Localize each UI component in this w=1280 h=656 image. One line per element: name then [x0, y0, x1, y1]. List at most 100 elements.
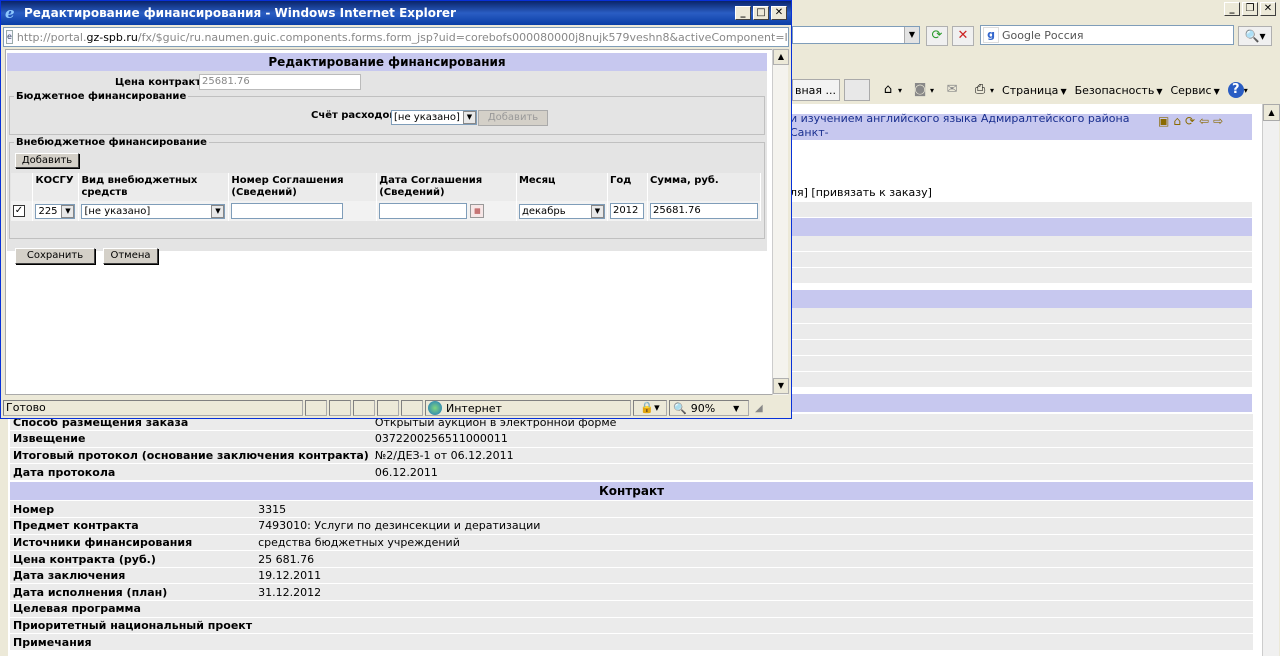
- bg-tab[interactable]: вная ...: [792, 79, 840, 101]
- bg-close-button[interactable]: ✕: [1260, 2, 1276, 16]
- bg-minimize-button[interactable]: _: [1224, 2, 1240, 16]
- offbudget-add-button[interactable]: Добавить: [15, 153, 79, 168]
- kosgu-select[interactable]: 225 ▼: [35, 203, 76, 219]
- popup-close-button[interactable]: ✕: [771, 6, 787, 20]
- popup-address-bar[interactable]: e http://portal. gz-spb.ru/fx/$guic/ru.na…: [3, 27, 789, 47]
- calendar-icon[interactable]: ▦: [470, 204, 485, 218]
- bg-search-button[interactable]: 🔍▾: [1238, 26, 1272, 46]
- row-value: 0372200256511000011: [371, 430, 1253, 448]
- menu-tools[interactable]: Сервис ▼: [1170, 84, 1219, 97]
- fund-type-select[interactable]: [не указано] ▼: [81, 203, 226, 219]
- globe-icon: [428, 401, 442, 415]
- zoom-icon: 🔍: [673, 401, 687, 415]
- kosgu-value: 225: [38, 205, 58, 217]
- popup-scroll-up-icon[interactable]: ▲: [773, 49, 789, 65]
- stop-icon[interactable]: ✕: [952, 26, 974, 46]
- popup-titlebar[interactable]: e Редактирование финансирования - Window…: [1, 1, 791, 25]
- row-label: Дата заключения: [10, 567, 256, 585]
- row-value: [255, 600, 1253, 618]
- status-text: Готово: [3, 400, 303, 416]
- print-icon[interactable]: ⎙: [970, 81, 990, 99]
- save-button[interactable]: Сохранить: [15, 248, 95, 264]
- mail-icon[interactable]: ✉: [942, 81, 962, 99]
- offbudget-table: КОСГУ Вид внебюджетных средств Номер Сог…: [11, 173, 761, 221]
- row-label: Дата протокола: [10, 463, 372, 481]
- zoom-control[interactable]: 🔍 90% ▼: [669, 400, 749, 416]
- resize-grip-icon[interactable]: ◢: [755, 403, 763, 414]
- url-domain: gz-spb.ru: [86, 30, 138, 44]
- table-row: Извещение 0372200256511000011: [10, 430, 1253, 448]
- bg-address-dropdown-icon[interactable]: ▼: [904, 27, 919, 43]
- popup-maximize-button[interactable]: □: [753, 6, 769, 20]
- popup-minimize-button[interactable]: _: [735, 6, 751, 20]
- row-checkbox[interactable]: ✓: [13, 205, 25, 217]
- row-label: Приоритетный национальный проект: [10, 617, 256, 635]
- protected-mode-icon[interactable]: 🔒▾: [633, 400, 667, 416]
- price-label: Цена контракта: [115, 77, 208, 88]
- account-select[interactable]: [не указано] ▼: [391, 110, 477, 125]
- offbudget-legend: Внебюджетное финансирование: [16, 137, 207, 148]
- status-cell: [329, 400, 351, 416]
- refresh-page-icon[interactable]: ⟳: [1185, 114, 1195, 128]
- financing-form: Редактирование финансирования Цена контр…: [7, 53, 767, 264]
- cancel-button[interactable]: Отмена: [103, 248, 158, 264]
- table-row: Цена контракта (руб.) 25 681.76: [10, 550, 1253, 568]
- fund-type-cell: [не указано] ▼: [78, 201, 230, 221]
- row-label: Источники финансирования: [10, 534, 256, 552]
- bg-search-box[interactable]: g Google Россия: [980, 25, 1234, 45]
- form-body: Цена контракта 25681.76 Бюджетное финанс…: [7, 71, 767, 264]
- row-label: Целевая программа: [10, 600, 256, 618]
- agreement-date-field[interactable]: [379, 203, 468, 219]
- ie-logo-icon: e: [5, 4, 15, 22]
- forward-arrow-icon[interactable]: ⇨: [1213, 114, 1223, 128]
- row-value: [255, 633, 1253, 651]
- bg-restore-button[interactable]: ❐: [1242, 2, 1258, 16]
- bg-link-line[interactable]: ля] [привязать к заказу]: [790, 186, 932, 199]
- table-row: Приоритетный национальный проект: [10, 617, 1253, 635]
- chevron-down-icon[interactable]: ▼: [61, 204, 75, 218]
- table-header-row: КОСГУ Вид внебюджетных средств Номер Сог…: [11, 173, 761, 201]
- home-icon[interactable]: ⌂: [878, 81, 898, 99]
- month-select[interactable]: декабрь ▼: [518, 203, 605, 219]
- account-label: Счёт расходов: [311, 110, 396, 121]
- col-month: Месяц: [516, 173, 608, 201]
- year-field[interactable]: 2012: [609, 203, 644, 219]
- url-prefix: http://portal.: [16, 30, 87, 44]
- bg-action-icons: ▣ ⌂ ⟳ ⇦ ⇨: [1158, 114, 1223, 128]
- folder-icon[interactable]: ▣: [1158, 114, 1169, 128]
- chevron-down-icon[interactable]: ▼: [463, 111, 476, 124]
- bg-customer-name: и изучением английского языка Адмиралтей…: [790, 112, 1130, 139]
- menu-security[interactable]: Безопасность ▼: [1075, 84, 1163, 97]
- rss-icon[interactable]: ◙: [910, 81, 930, 99]
- bg-address-bar[interactable]: [792, 26, 920, 44]
- table-row: Дата заключения 19.12.2011: [10, 567, 1253, 585]
- col-kosgu: КОСГУ: [32, 173, 80, 201]
- back-arrow-icon[interactable]: ⇦: [1199, 114, 1209, 128]
- row-value: 31.12.2012: [255, 583, 1253, 602]
- row-value: 3315: [255, 501, 1253, 519]
- bg-scroll-up-icon[interactable]: ▲: [1263, 104, 1280, 121]
- help-icon[interactable]: ?: [1227, 82, 1244, 98]
- fund-type-value: [не указано]: [84, 205, 151, 217]
- chevron-down-icon[interactable]: ▼: [590, 204, 604, 218]
- security-zone[interactable]: Интернет: [425, 400, 631, 416]
- popup-vertical-scrollbar[interactable]: ▲ ▼: [772, 49, 789, 395]
- bg-vertical-scrollbar[interactable]: ▲: [1262, 104, 1280, 656]
- row-value: средства бюджетных учреждений: [255, 534, 1253, 552]
- sum-field[interactable]: 25681.76: [650, 203, 758, 219]
- table-row: ✓ 225 ▼ [не указано] ▼ ▦ декабрь ▼ 2012 …: [11, 201, 761, 221]
- budget-add-button[interactable]: Добавить: [478, 110, 548, 126]
- order-info-table: Способ размещения заказа Открытый аукцион…: [10, 414, 1253, 481]
- refresh-icon[interactable]: ⟳: [926, 26, 948, 46]
- home-page-icon[interactable]: ⌂: [1173, 114, 1181, 128]
- zoom-chevron-icon[interactable]: ▼: [733, 404, 739, 413]
- chevron-down-icon[interactable]: ▼: [211, 204, 225, 218]
- agreement-no-field[interactable]: [231, 203, 344, 219]
- bg-new-tab[interactable]: [844, 79, 870, 101]
- form-title: Редактирование финансирования: [7, 53, 767, 71]
- agreement-no-cell: [228, 201, 378, 221]
- menu-page[interactable]: Страница ▼: [1002, 84, 1067, 97]
- price-field[interactable]: 25681.76: [199, 74, 361, 90]
- page-icon: e: [6, 30, 13, 44]
- popup-scroll-down-icon[interactable]: ▼: [773, 378, 789, 394]
